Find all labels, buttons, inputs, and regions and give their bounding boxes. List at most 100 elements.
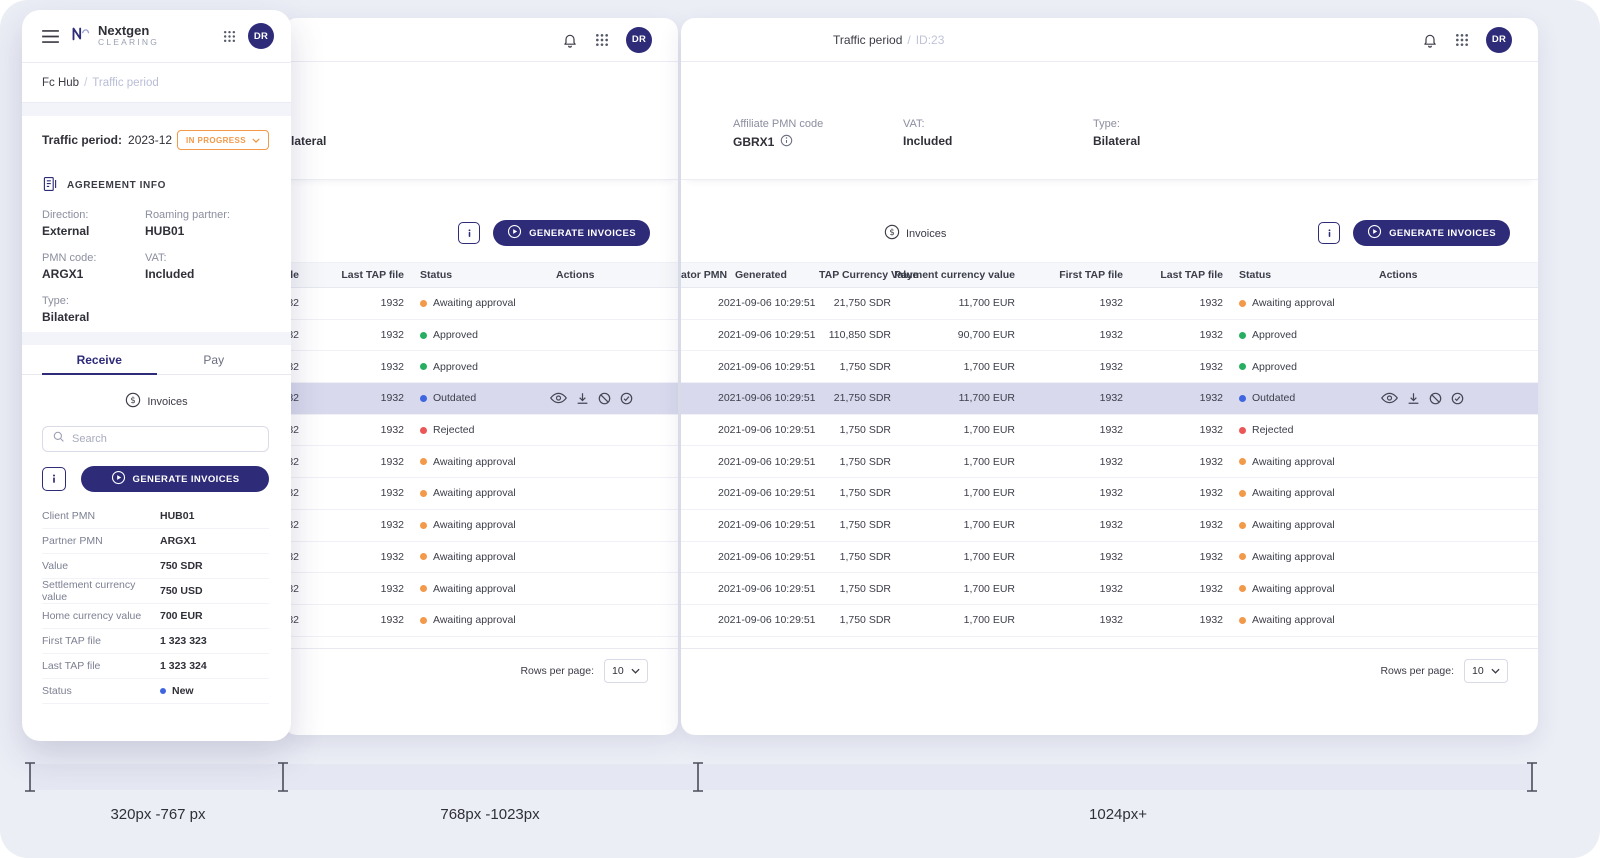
table-row[interactable]: 2021-09-06 10:29:51 1,750 SDR 1,700 EUR … [681,415,1538,447]
generated-cell: 2021-09-06 10:29:51 [718,550,816,563]
table-row[interactable]: 32 1932 Awaiting approval [283,542,678,574]
generate-invoices-button[interactable]: GENERATE INVOICES [493,220,650,246]
status-dot [420,553,427,561]
logo-subtitle: CLEARING [98,37,160,48]
detail-value: 750 SDR [160,560,203,572]
table-row[interactable]: 2021-09-06 10:29:51 1,750 SDR 1,700 EUR … [681,605,1538,637]
tab[interactable]: Pay [157,345,272,374]
status-dot [1239,585,1246,593]
generate-invoices-button[interactable]: GENERATE INVOICES [81,466,269,492]
block-icon[interactable] [598,392,611,405]
search-input[interactable] [72,433,259,445]
generate-invoices-button[interactable]: GENERATE INVOICES [1353,220,1510,246]
approve-check-icon[interactable] [620,392,633,405]
table-row[interactable]: 2021-09-06 10:29:51 1,750 SDR 1,700 EUR … [681,510,1538,542]
detail-row[interactable]: Settlement currency value 750 USD [42,579,269,604]
play-circle-icon [507,224,522,242]
table-row[interactable]: 32 1932 Awaiting approval [283,510,678,542]
table-row[interactable]: 32 1932 Awaiting approval [283,288,678,320]
status-cell: Approved [404,329,548,341]
detail-row[interactable]: Value 750 SDR [42,554,269,579]
breadcrumb-parent[interactable]: Fc Hub [42,77,79,89]
info-square-button[interactable] [1318,222,1341,244]
ruler-marker-icon [277,762,289,792]
detail-row[interactable]: Client PMN HUB01 [42,504,269,529]
status-cell: Awaiting approval [404,519,548,531]
table-row[interactable]: 2021-09-06 10:29:51 110,850 SDR 90,700 E… [681,320,1538,352]
apps-grid-icon[interactable] [223,30,236,43]
table-row[interactable]: 2021-09-06 10:29:51 1,750 SDR 1,700 EUR … [681,446,1538,479]
info-circle-icon[interactable] [780,134,793,150]
rows-per-page-select[interactable]: 10 [1464,658,1508,683]
generated-cell: 2021-09-06 10:29:51 [718,297,816,310]
table-row[interactable]: 32 1932 Rejected [283,415,678,447]
table-row[interactable]: 32 1932 Awaiting approval [283,446,678,479]
table-row[interactable]: 2021-09-06 10:29:51 1,750 SDR 1,700 EUR … [681,478,1538,510]
detail-value: HUB01 [160,510,195,522]
agreement-field-label: PMN code: [42,252,97,264]
generated-cell: 2021-09-06 10:29:51 [718,329,816,342]
section-gap [22,332,291,345]
download-icon[interactable] [576,392,589,405]
status-label: Approved [433,360,478,373]
status-badge-label: IN PROGRESS [186,135,246,145]
approve-check-icon[interactable] [1451,392,1464,405]
detail-row[interactable]: First TAP file 1 323 323 [42,629,269,654]
apps-grid-icon[interactable] [595,33,609,47]
detail-value: ARGX1 [160,535,197,547]
table-row[interactable]: 32 1932 Awaiting approval [283,478,678,510]
menu-icon[interactable] [42,29,59,43]
invoices-label-text: Invoices [147,395,188,408]
table-row[interactable]: 32 1932 Approved [283,351,678,384]
detail-row[interactable]: Home currency value 700 EUR [42,604,269,629]
download-icon[interactable] [1407,392,1420,405]
table-row[interactable]: 2021-09-06 10:29:51 21,750 SDR 11,700 EU… [681,288,1538,320]
nextgen-clearing-logo: Nextgen CLEARING [71,23,160,48]
block-icon[interactable] [1429,392,1442,405]
breadcrumb-separator: / [84,76,88,89]
table-row[interactable]: 2021-09-06 10:29:51 1,750 SDR 1,700 EUR … [681,542,1538,574]
table-row[interactable]: 32 1932 Awaiting approval [283,605,678,637]
table-row[interactable]: 32 1932 Outdated [283,383,678,415]
column-header: Last TAP file [341,269,404,281]
rows-per-page-select[interactable]: 10 [604,658,648,683]
receive-pay-tabs: Receive Pay [22,345,291,375]
info-square-button[interactable] [458,222,481,244]
last-tap-cell: 1932 [380,360,404,373]
table-row[interactable]: 2021-09-06 10:29:51 21,750 SDR 11,700 EU… [681,383,1538,415]
last-tap-cell: 1932 [1199,487,1223,500]
last-tap-cell: 1932 [380,424,404,437]
status-badge[interactable]: IN PROGRESS [177,130,269,150]
apps-grid-icon[interactable] [1455,33,1469,47]
detail-row[interactable]: Partner PMN ARGX1 [42,529,269,554]
status-label: Awaiting approval [1252,297,1335,310]
logo-name: Nextgen [98,23,150,39]
status-cell: Awaiting approval [404,456,548,468]
detail-row[interactable]: Status New [42,679,269,704]
column-header: First TAP file [1059,269,1123,281]
user-avatar[interactable]: DR [626,26,652,53]
agreement-field: Direction: External [42,209,145,238]
user-avatar[interactable]: DR [248,23,274,49]
first-tap-cell: 1932 [1099,329,1123,342]
tablet-table-header: le Last TAP file Status Actions [283,262,678,288]
user-avatar[interactable]: DR [1486,26,1512,53]
tab[interactable]: Receive [42,345,157,375]
view-icon[interactable] [1381,392,1398,404]
mobile-invoices-toolbar: GENERATE INVOICES [42,466,269,492]
view-icon[interactable] [550,392,567,404]
last-tap-cell: 1932 [380,455,404,468]
generated-cell: 2021-09-06 10:29:51 [718,392,816,405]
breakpoint-label-tablet: 768px -1023px [440,806,540,823]
table-row[interactable]: 2021-09-06 10:29:51 1,750 SDR 1,700 EUR … [681,351,1538,384]
bell-icon[interactable] [1422,32,1438,48]
agreement-field-label: Type: [42,295,69,307]
desktop-viewport: Traffic period / ID:23 DR Affiliate PMN … [681,18,1538,735]
bell-icon[interactable] [562,32,578,48]
table-row[interactable]: 32 1932 Awaiting approval [283,573,678,605]
table-row[interactable]: 2021-09-06 10:29:51 1,750 SDR 1,700 EUR … [681,573,1538,605]
status-dot [160,688,166,694]
info-square-button[interactable] [42,467,66,491]
detail-row[interactable]: Last TAP file 1 323 324 [42,654,269,679]
table-row[interactable]: 32 1932 Approved [283,320,678,352]
